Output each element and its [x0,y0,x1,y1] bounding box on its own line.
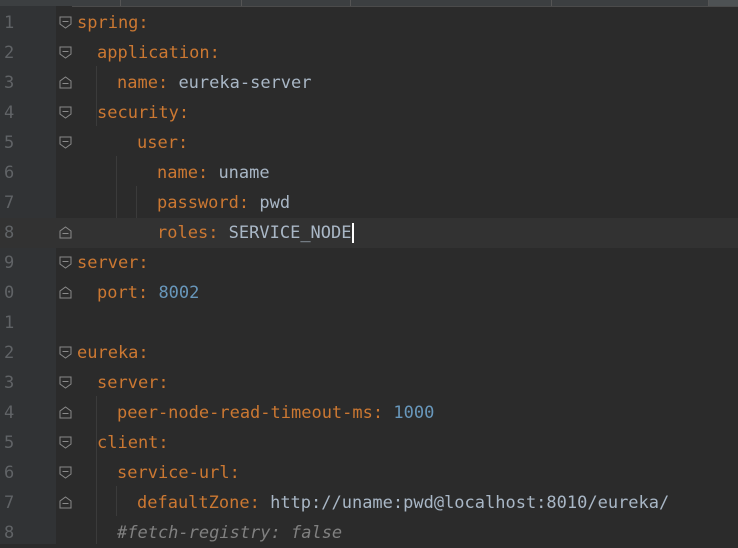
code-line[interactable]: 6 name: uname [0,158,738,188]
code-line-current[interactable]: 8 roles: SERVICE_NODE [0,218,738,248]
yaml-colon: : [209,43,220,63]
line-number: 5 [4,133,15,153]
yaml-colon: : [249,493,260,513]
line-number: 7 [4,193,15,213]
code-line[interactable]: 0 port: 8002 [0,278,738,308]
fold-end-icon[interactable] [59,76,72,89]
fold-collapse-icon[interactable] [59,46,72,59]
line-number: 4 [4,403,15,423]
line-number: 3 [4,373,15,393]
yaml-key: server [97,373,159,393]
fold-collapse-icon[interactable] [59,346,72,359]
yaml-key: password [157,193,239,213]
fold-end-icon[interactable] [59,406,72,419]
yaml-colon: : [138,13,149,33]
code-line[interactable]: 3 server: [0,368,738,398]
editor-tab-strip [0,0,738,7]
yaml-key: client [97,433,159,453]
yaml-value: uname [208,163,270,183]
yaml-key: name [157,163,198,183]
yaml-colon: : [138,343,149,363]
fold-collapse-icon[interactable] [59,376,72,389]
yaml-value: http://uname:pwd@localhost:8010/eureka/ [259,493,670,513]
yaml-colon: : [229,463,240,483]
fold-end-icon[interactable] [59,496,72,509]
yaml-key: port [97,283,138,303]
line-number: 3 [4,73,15,93]
text-caret [351,223,354,243]
fold-collapse-icon[interactable] [59,16,72,29]
line-number: 6 [4,463,15,483]
yaml-key: eureka [77,343,139,363]
fold-collapse-icon[interactable] [59,436,72,449]
code-line[interactable]: 7 defaultZone: http://uname:pwd@localhos… [0,488,738,518]
code-line[interactable]: 3 name: eureka-server [0,68,738,98]
editor-tab[interactable] [242,0,351,6]
line-number: 2 [4,343,15,363]
line-number: 7 [4,493,15,513]
yaml-key: application [97,43,210,63]
code-line[interactable]: 9 server: [0,248,738,278]
yaml-key: security [97,103,179,123]
yaml-key: service-url [117,463,230,483]
yaml-colon: : [137,283,149,303]
editor-tab[interactable] [121,0,242,6]
editor-tab-active[interactable] [709,0,738,6]
yaml-key: spring [77,13,139,33]
code-line[interactable]: 2 application: [0,38,738,68]
code-line[interactable]: 2 eureka: [0,338,738,368]
yaml-colon: : [372,403,384,423]
yaml-colon: : [178,103,190,123]
yaml-value: pwd [249,193,291,213]
yaml-colon: : [238,193,250,213]
line-number: 5 [4,433,15,453]
editor-tab[interactable] [552,0,709,6]
line-number: 1 [4,313,15,333]
line-number: 2 [4,43,15,63]
yaml-key: server [77,253,139,273]
fold-collapse-icon[interactable] [59,256,72,269]
yaml-key: roles [157,223,209,243]
code-line[interactable]: 6 service-url: [0,458,738,488]
fold-collapse-icon[interactable] [59,466,72,479]
line-number: 4 [4,103,15,123]
code-line[interactable]: 5 client: [0,428,738,458]
line-number: 8 [4,223,15,243]
code-line[interactable]: 5 user: [0,128,738,158]
yaml-number-value: 8002 [148,283,200,303]
line-number: 1 [4,13,15,33]
yaml-colon: : [158,373,169,393]
yaml-value: eureka-server [168,73,312,93]
line-number: 9 [4,253,15,273]
code-line[interactable]: 1 spring: [0,8,738,38]
editor-tab[interactable] [351,0,552,6]
line-number: 0 [4,283,15,303]
yaml-comment: #fetch-registry: false [117,523,343,543]
yaml-colon: : [177,133,189,153]
line-number: 6 [4,163,15,183]
yaml-key: peer-node-read-timeout-ms [117,403,373,423]
yaml-colon: : [157,73,169,93]
code-line[interactable]: 4 security: [0,98,738,128]
code-line[interactable]: 7 password: pwd [0,188,738,218]
yaml-key: user [137,133,178,153]
code-line[interactable]: 1 [0,308,738,338]
fold-end-icon[interactable] [59,286,72,299]
fold-collapse-icon[interactable] [59,136,72,149]
fold-end-icon[interactable] [59,226,72,239]
yaml-key: defaultZone [137,493,250,513]
fold-collapse-icon[interactable] [59,106,72,119]
yaml-colon: : [158,433,169,453]
yaml-colon: : [197,163,209,183]
code-line[interactable]: 4 peer-node-read-timeout-ms: 1000 [0,398,738,428]
yaml-key: name [117,73,158,93]
yaml-value: SERVICE_NODE [218,223,352,243]
yaml-colon: : [208,223,219,243]
yaml-number-value: 1000 [383,403,435,423]
yaml-colon: : [138,253,149,273]
